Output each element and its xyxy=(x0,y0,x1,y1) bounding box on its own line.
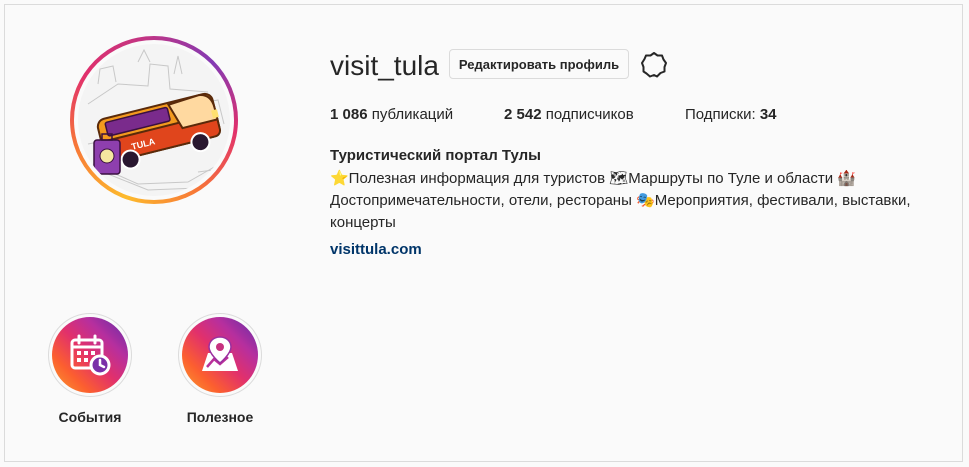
edit-profile-button[interactable]: Редактировать профиль xyxy=(449,49,629,79)
bus-avatar-icon: TULA xyxy=(87,48,229,191)
posts-count: 1 086 xyxy=(330,106,368,123)
avatar[interactable]: TULA xyxy=(78,44,230,196)
bio-name: Туристический портал Тулы xyxy=(330,147,541,164)
bio-line: Достопримечательности, отели, рестораны … xyxy=(330,192,911,209)
highlight-ring xyxy=(48,313,132,397)
bio-line: концерты xyxy=(330,214,396,231)
following-label: Подписки: xyxy=(685,106,756,123)
bio-website-link[interactable]: visittula.com xyxy=(330,241,422,258)
avatar-gap: TULA xyxy=(74,40,234,200)
map-pin-icon xyxy=(202,336,238,371)
highlight-ring xyxy=(178,313,262,397)
followers-label: подписчиков xyxy=(545,106,634,123)
highlight-useful[interactable]: Полезное xyxy=(178,313,262,425)
stat-posts: 1 086 публикаций xyxy=(330,106,453,123)
stat-followers[interactable]: 2 542 подписчиков xyxy=(504,106,634,123)
highlight-events[interactable]: События xyxy=(48,313,132,425)
avatar-story-ring[interactable]: TULA xyxy=(70,36,238,204)
bio-line: ⭐Полезная информация для туристов 🗺Маршр… xyxy=(330,170,856,187)
highlight-cover xyxy=(52,317,128,393)
highlight-cover xyxy=(182,317,258,393)
following-count: 34 xyxy=(759,106,777,123)
highlight-label: События xyxy=(58,409,122,425)
followers-count: 2 542 xyxy=(504,106,542,123)
posts-label: публикаций xyxy=(371,106,454,123)
highlight-label: Полезное xyxy=(186,409,254,425)
profile-username: visit_tula xyxy=(330,50,439,81)
stat-following[interactable]: Подписки: 34 xyxy=(685,106,777,123)
gear-icon[interactable] xyxy=(640,51,668,79)
bio-text: ⭐Полезная информация для туристов 🗺Маршр… xyxy=(330,168,950,234)
calendar-clock-icon xyxy=(70,334,111,376)
